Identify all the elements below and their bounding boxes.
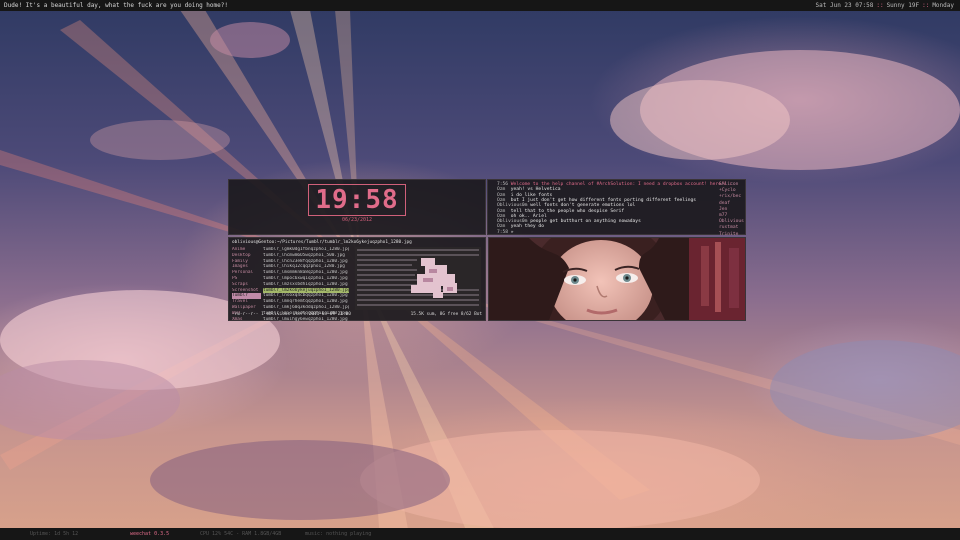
irc-message-text: well fonts don't generate emotions lol [527, 203, 636, 209]
irc-message-text: i do like fonts [508, 192, 553, 198]
file-item[interactable]: tumblr_lmzsxsbdh1qzpho1_1280.jpg [263, 282, 349, 288]
weather-text: Sunny 19F [886, 2, 920, 9]
irc-timestamp: 7:58 [497, 229, 509, 235]
bottom-uptime: Uptime: 1d 5h 12 [30, 531, 79, 537]
irc-message-text: people get butthurt on anything nowadays [527, 219, 641, 225]
file-status-right: 15.5K sum, 8G free 8/62 Bot [410, 312, 482, 318]
clock-window[interactable]: 19:58 06/23/2012 [228, 179, 486, 235]
image-preview [355, 247, 481, 310]
bottom-status-bar: Uptime: 1d 5h 12 weechat 0.3.5 CPU 12% 5… [0, 528, 960, 540]
image-viewer-window[interactable] [488, 237, 746, 321]
file-item[interactable]: tumblr_lhcmwm6O5wqzpho1_500.jpg [263, 253, 349, 259]
top-right-status: Sat Jun 23 07:58:: Sunny 19F:: Monday [815, 2, 954, 9]
file-item[interactable]: tumblr_lgmk0dg1fbnqzpho1_1280.jpg [263, 247, 349, 253]
irc-message-text: yeah they do [508, 224, 544, 230]
ascii-preview-art [355, 247, 481, 310]
irc-message-text: yeah! vs Helvetica [508, 187, 561, 193]
file-status-left: -rw-r--r-- 1 oblivious users 2011-09-09 … [232, 312, 351, 318]
irc-message-line: 7:58 » [497, 230, 514, 236]
greeting-message: Dude! It's a beautiful day, what the fuc… [4, 2, 228, 9]
clock-date: 06/23/2012 [341, 217, 373, 223]
file-path: oblivious@Gentoo:~/Pictures/Tumblr/tumbl… [232, 240, 412, 245]
bottom-music-status: music: nothing playing [305, 531, 372, 537]
file-item[interactable]: tumblr_lmkj60q3kddqzpho1_1280.jpg [263, 305, 349, 311]
portrait-photo [489, 238, 745, 320]
top-status-bar: Dude! It's a beautiful day, what the fuc… [0, 0, 960, 11]
datetime-text: Sat Jun 23 07:58 [815, 2, 874, 9]
bottom-system-stats: CPU 12% 54C - RAM 1.8GB/4GB [200, 531, 282, 537]
irc-chat-window[interactable]: 7:56 Welcome to the help channel of #Arc… [487, 179, 746, 238]
irc-message-text: tell that to the people who despise Seri… [508, 208, 625, 214]
user-text: Monday [932, 2, 954, 9]
irc-message-text: » [508, 229, 514, 235]
irc-user-list: &Alicon +Cyclo +rix/bec deaf Jen m77 Oblivious… [719, 182, 744, 238]
file-manager-window[interactable]: oblivious@Gentoo:~/Pictures/Tumblr/tumbl… [228, 237, 486, 322]
file-status-line: -rw-r--r-- 1 oblivious users 2011-09-09 … [232, 312, 482, 318]
clock-time: 19:58 [308, 184, 406, 216]
bottom-active-window[interactable]: weechat 0.3.5 [130, 528, 169, 540]
irc-user-item[interactable]: +rix/bec [719, 194, 744, 200]
file-item[interactable]: tumblr_lmpoc6xwq1qzpho1_1280.jpg [263, 276, 349, 282]
